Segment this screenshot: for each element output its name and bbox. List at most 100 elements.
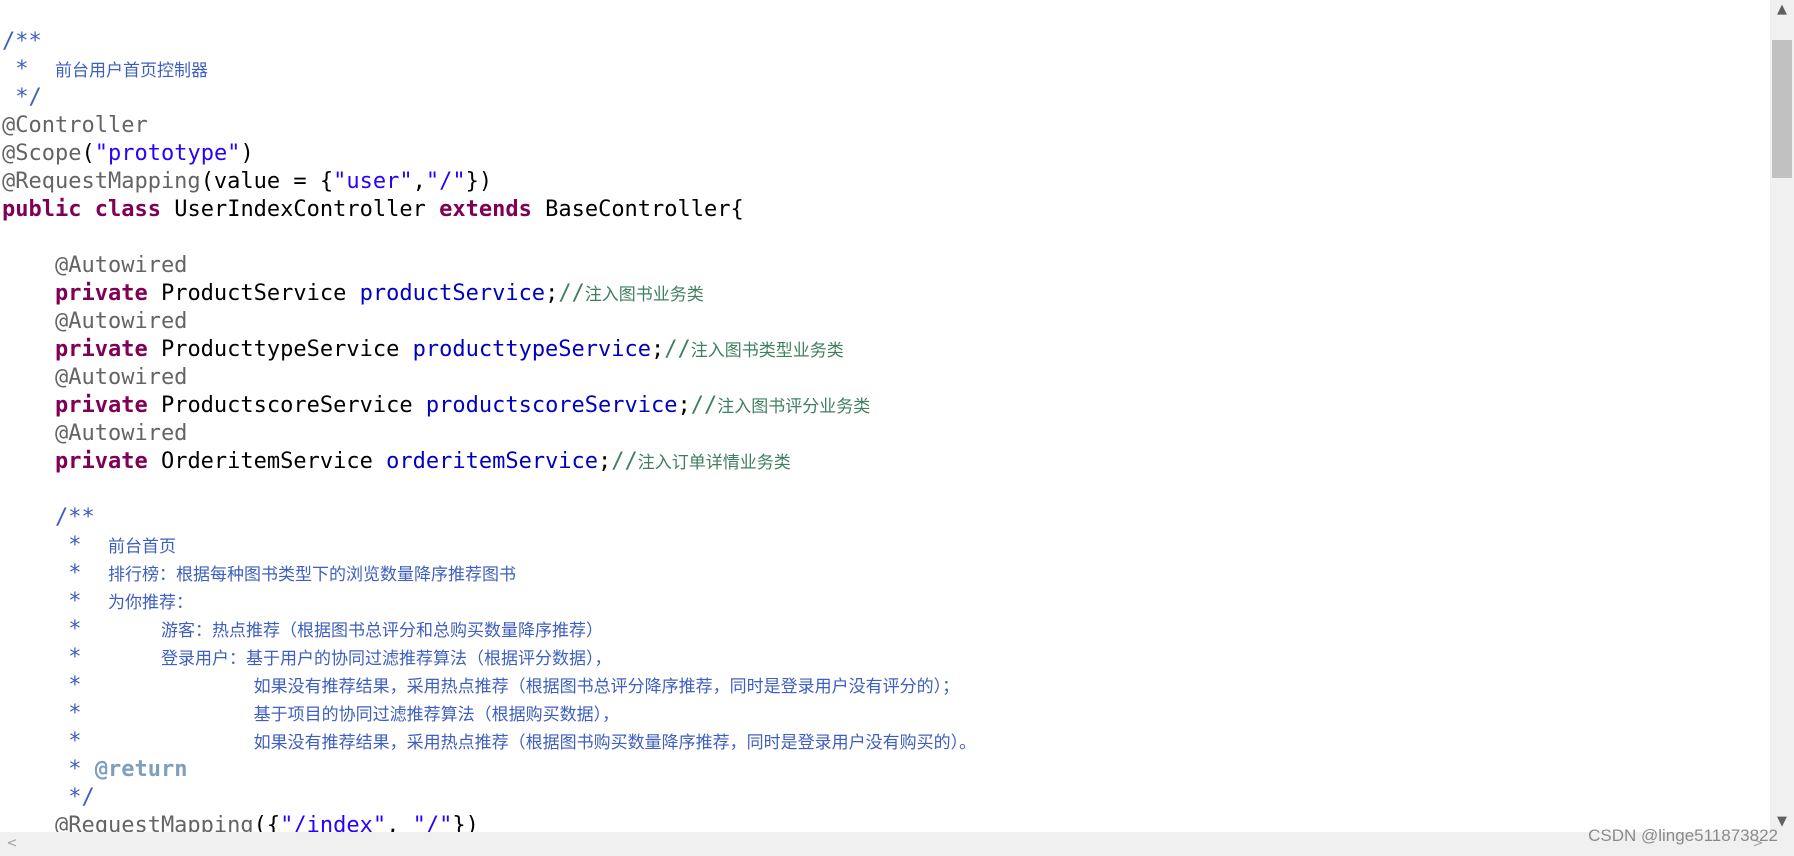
code-token: @Autowired: [2, 365, 188, 390]
code-line: * 前台首页: [2, 532, 176, 560]
code-token: (: [81, 141, 95, 166]
code-token: ({: [253, 813, 281, 832]
code-token: ;: [677, 393, 691, 418]
code-token: @Controller: [2, 113, 148, 138]
code-token: public: [2, 197, 82, 222]
code-token: */: [2, 785, 95, 810]
code-line: @Autowired: [2, 252, 187, 280]
code-line: * 前台用户首页控制器: [2, 56, 208, 84]
code-token: ;: [545, 281, 559, 306]
code-token: UserIndexController: [160, 197, 440, 222]
code-token: 游客：热点推荐（根据图书总评分和总购买数量降序推荐）: [160, 621, 603, 641]
code-line: * 游客：热点推荐（根据图书总评分和总购买数量降序推荐）: [2, 616, 603, 644]
code-token: "/": [425, 169, 466, 194]
code-editor[interactable]: /** * 前台用户首页控制器 */@Controller @Scope("pro…: [0, 0, 1770, 832]
code-token: @return: [94, 757, 188, 782]
code-token: orderitemService: [386, 449, 599, 474]
code-line: private ProducttypeService producttypeSe…: [2, 336, 844, 364]
code-token: ProductService: [147, 281, 360, 306]
code-line: * 登录用户：基于用户的协同过滤推荐算法（根据评分数据），: [2, 644, 611, 672]
code-token: productscoreService: [425, 393, 678, 418]
code-token: */: [2, 85, 42, 110]
code-token: @Autowired: [2, 309, 188, 334]
code-token: 注入图书类型业务类: [690, 341, 844, 361]
code-line: */: [2, 784, 95, 812]
code-token: //: [664, 337, 691, 362]
code-token: *: [2, 57, 55, 82]
code-token: private: [54, 337, 148, 362]
code-token: ProducttypeService: [147, 337, 413, 362]
code-token: //: [611, 449, 638, 474]
code-line: @RequestMapping({"/index", "/"}): [2, 812, 479, 832]
code-token: 如果没有推荐结果，采用热点推荐（根据图书购买数量降序推荐，同时是登录用户没有购买…: [253, 733, 977, 753]
horizontal-scrollbar[interactable]: < >: [0, 832, 1794, 856]
code-token: *: [2, 589, 108, 614]
code-token: @Autowired: [2, 253, 188, 278]
code-line: @Autowired: [2, 420, 187, 448]
code-token: 注入图书评分业务类: [717, 397, 871, 417]
code-token: BaseController{: [531, 197, 744, 222]
code-line: @Autowired: [2, 308, 187, 336]
code-line: * 如果没有推荐结果，采用热点推荐（根据图书总评分降序推荐，同时是登录用户没有评…: [2, 672, 959, 700]
code-token: @RequestMapping: [2, 169, 201, 194]
code-token: 排行榜：根据每种图书类型下的浏览数量降序推荐图书: [107, 565, 516, 585]
code-token: @Scope: [2, 141, 82, 166]
code-token: /**: [2, 505, 95, 530]
code-token: *: [2, 533, 108, 558]
code-line: public class UserIndexController extends…: [2, 196, 744, 224]
scroll-left-icon[interactable]: <: [2, 832, 22, 856]
code-token: 登录用户：基于用户的协同过滤推荐算法（根据评分数据），: [160, 649, 612, 669]
code-token: ;: [598, 449, 612, 474]
code-token: *: [2, 729, 254, 754]
vertical-scroll-thumb[interactable]: [1772, 40, 1792, 178]
code-token: *: [2, 617, 161, 642]
code-token: 前台用户首页控制器: [54, 61, 208, 81]
code-token: class: [94, 197, 161, 222]
code-line: /**: [2, 28, 42, 56]
code-token: ;: [651, 337, 665, 362]
watermark: CSDN @linge511873822: [1588, 826, 1778, 845]
code-token: "prototype": [94, 141, 241, 166]
code-token: 注入图书业务类: [584, 285, 704, 305]
code-line: @Autowired: [2, 364, 187, 392]
code-token: }): [452, 813, 479, 832]
code-token: /**: [2, 29, 42, 54]
code-token: (value = {: [200, 169, 334, 194]
code-token: 注入订单详情业务类: [637, 453, 791, 473]
code-token: @RequestMapping: [2, 813, 254, 832]
code-token: productService: [359, 281, 546, 306]
code-token: 为你推荐：: [107, 593, 193, 613]
code-token: private: [54, 393, 148, 418]
code-line: * 排行榜：根据每种图书类型下的浏览数量降序推荐图书: [2, 560, 516, 588]
code-line: * 如果没有推荐结果，采用热点推荐（根据图书购买数量降序推荐，同时是登录用户没有…: [2, 728, 976, 756]
code-token: }): [465, 169, 493, 194]
code-token: OrderitemService: [147, 449, 387, 474]
code-token: extends: [439, 197, 532, 222]
code-token: //: [690, 393, 718, 418]
code-token: *: [2, 757, 95, 782]
code-token: producttypeService: [412, 337, 652, 362]
code-line: private OrderitemService orderitemServic…: [2, 448, 791, 476]
code-line: * 基于项目的协同过滤推荐算法（根据购买数据），: [2, 700, 619, 728]
code-token: ): [240, 141, 254, 166]
code-token: private: [54, 281, 148, 306]
code-token: *: [2, 561, 108, 586]
code-line: /**: [2, 504, 95, 532]
code-line: * 为你推荐：: [2, 588, 193, 616]
code-token: //: [558, 281, 585, 306]
code-token: *: [2, 645, 161, 670]
code-token: private: [54, 449, 148, 474]
scroll-up-icon[interactable]: ▲: [1770, 0, 1794, 20]
code-token: ,: [412, 169, 426, 194]
code-line: @Scope("prototype"): [2, 140, 254, 168]
code-token: *: [2, 673, 254, 698]
vertical-scrollbar[interactable]: ▲ ▼: [1770, 0, 1794, 832]
code-token: ,: [386, 813, 413, 832]
code-line: @Controller: [2, 112, 148, 140]
code-token: *: [2, 701, 254, 726]
code-token: "/": [412, 813, 453, 832]
code-token: 如果没有推荐结果，采用热点推荐（根据图书总评分降序推荐，同时是登录用户没有评分的…: [253, 677, 960, 697]
